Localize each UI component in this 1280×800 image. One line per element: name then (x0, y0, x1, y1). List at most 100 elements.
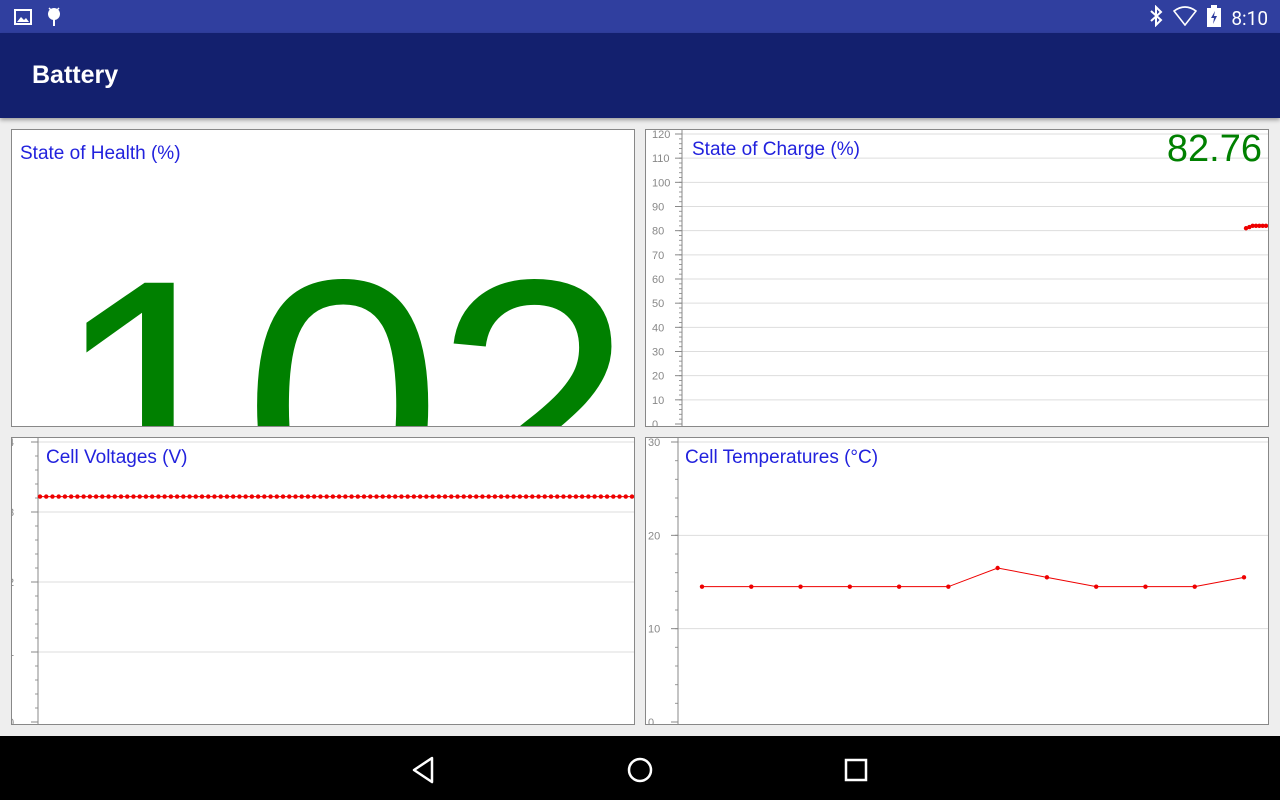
voltage-point (343, 494, 348, 499)
voltage-point (131, 494, 136, 499)
voltage-point (293, 494, 298, 499)
voltage-point (617, 494, 622, 499)
voltage-point (461, 494, 466, 499)
temperature-point (946, 584, 951, 589)
temperature-point (1192, 584, 1197, 589)
voltage-point (579, 494, 585, 499)
temperature-point (896, 584, 902, 589)
y-tick-label: 3 (12, 507, 14, 519)
y-tick-label: 100 (652, 177, 670, 189)
voltage-point (118, 494, 124, 499)
back-icon (412, 756, 434, 784)
voltage-point (536, 494, 541, 499)
temperature-point (1044, 575, 1050, 580)
voltage-point (274, 494, 279, 499)
temps-panel: 0 10 20 30 Cell Temperatures (°C) (645, 437, 1269, 725)
page-title: Battery (32, 61, 119, 89)
y-tick-label: 20 (648, 530, 660, 542)
temperature-point (1093, 584, 1099, 589)
voltage-point (424, 494, 429, 499)
wifi-icon (1173, 6, 1198, 31)
voltage-point (417, 494, 423, 499)
voltage-point (411, 494, 417, 499)
voltage-point (486, 494, 491, 499)
image-icon (14, 9, 32, 30)
y-tick-label: 30 (652, 347, 664, 359)
y-tick-label: 10 (652, 395, 664, 407)
voltage-point (237, 494, 242, 499)
voltage-point (598, 494, 604, 499)
voltage-point (224, 494, 230, 499)
temperature-point (1143, 584, 1148, 589)
voltage-point (530, 494, 535, 499)
voltage-point (386, 494, 392, 499)
bluetooth-icon (1149, 4, 1163, 32)
temperature-point (798, 584, 803, 589)
voltage-point (380, 494, 385, 499)
voltage-point (50, 494, 55, 499)
y-tick-label: 60 (652, 274, 664, 286)
status-time: 8:10 (1231, 6, 1268, 30)
soc-title: State of Charge (%) (692, 139, 860, 160)
y-tick-label: 0 (648, 717, 654, 725)
voltage-point (255, 494, 261, 499)
voltage-point (75, 494, 80, 499)
soc-point (1263, 223, 1268, 229)
voltage-point (586, 494, 591, 499)
voltage-point (405, 494, 410, 499)
back-button[interactable] (408, 754, 440, 786)
voltage-point (555, 494, 560, 499)
voltage-point (629, 494, 634, 499)
voltage-point (249, 494, 255, 499)
voltage-point (87, 494, 93, 499)
voltage-point (592, 494, 597, 499)
voltage-point (287, 494, 292, 499)
voltage-point (355, 494, 361, 499)
y-tick-label: 4 (12, 438, 14, 449)
voltage-point (623, 494, 628, 499)
voltage-point (361, 494, 367, 499)
temperature-point (847, 584, 853, 589)
soh-value: 102 (52, 205, 633, 427)
recents-button[interactable] (840, 754, 872, 786)
temperature-point (699, 584, 705, 589)
temperature-point (749, 584, 754, 589)
voltage-point (68, 494, 74, 499)
home-icon (627, 757, 653, 783)
voltage-point (523, 494, 529, 499)
home-button[interactable] (624, 754, 656, 786)
temps-chart: 0 10 20 30 (648, 438, 1268, 725)
y-tick-label: 0 (12, 717, 14, 725)
voltage-point (449, 494, 454, 499)
voltage-point (262, 494, 267, 499)
y-tick-label: 20 (652, 371, 664, 383)
voltage-point (280, 494, 286, 499)
y-tick-label: 2 (12, 577, 14, 589)
voltage-point (137, 494, 142, 499)
battery-charging-icon (1207, 5, 1222, 32)
voltage-point (106, 494, 111, 499)
voltage-point (455, 494, 460, 499)
soc-panel: 0 10 20 30 40 50 60 70 80 90 100 110 120 State of Ch… (645, 129, 1269, 427)
y-tick-label: 10 (648, 624, 660, 636)
soc-chart: 0 10 20 30 40 50 60 70 80 90 100 110 120 (652, 130, 1268, 427)
voltage-point (336, 494, 342, 499)
voltage-point (100, 494, 105, 499)
y-tick-label: 50 (652, 298, 664, 310)
voltage-point (492, 494, 498, 499)
voltage-point (430, 494, 435, 499)
y-tick-label: 0 (652, 419, 658, 427)
android-debug-icon (46, 7, 62, 32)
voltage-point (299, 494, 304, 499)
voltage-point (393, 494, 398, 499)
voltage-point (399, 494, 404, 499)
voltage-point (324, 494, 329, 499)
voltage-point (542, 494, 547, 499)
status-bar: 8:10 (0, 0, 1280, 33)
voltage-point (193, 494, 198, 499)
temperature-point (995, 565, 1000, 571)
voltage-point (243, 494, 248, 499)
voltage-point (268, 494, 273, 499)
voltage-point (44, 494, 49, 499)
voltage-point (218, 494, 223, 499)
